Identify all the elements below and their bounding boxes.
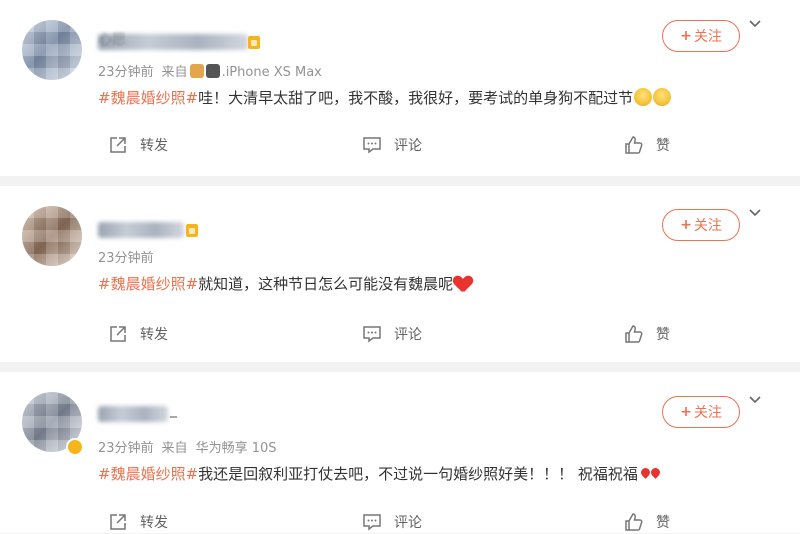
- member-badge-icon: [186, 224, 198, 237]
- post-time[interactable]: 23分钟前: [98, 251, 154, 266]
- like-button[interactable]: 赞: [624, 133, 670, 157]
- post-time[interactable]: 23分钟前: [98, 441, 154, 456]
- comment-label: 评论: [394, 515, 422, 531]
- username-fragment: _: [170, 402, 177, 418]
- post-text: #魏晨婚纱照#就知道，这种节日怎么可能没有魏晨呢: [98, 273, 472, 294]
- comment-icon: [362, 324, 382, 344]
- username-blurred[interactable]: [98, 406, 168, 422]
- device-tail-icon: [189, 64, 204, 78]
- laugh-cry-emoji-icon: [653, 88, 672, 106]
- action-bar: 转发 评论 赞: [0, 510, 800, 534]
- share-icon: [108, 135, 128, 155]
- device-tail-icon: [205, 64, 220, 78]
- thumbs-up-icon: [624, 512, 644, 532]
- follow-button[interactable]: + 关注: [662, 209, 740, 241]
- hashtag-link[interactable]: #魏晨婚纱照#: [98, 89, 198, 107]
- action-bar: 转发 评论 赞: [0, 322, 800, 346]
- verified-badge-icon: [66, 438, 84, 456]
- share-icon: [108, 324, 128, 344]
- share-button[interactable]: 转发: [108, 322, 168, 346]
- post-body: 我还是回叙利亚打仗去吧，不过说一句婚纱照好美！！！ 祝福祝福: [198, 465, 638, 483]
- hearts-emoji-icon: [639, 466, 662, 482]
- post-meta: 23分钟前: [98, 247, 154, 266]
- action-bar: 转发 评论 赞: [0, 133, 800, 157]
- comment-label: 评论: [394, 327, 422, 343]
- chevron-down-icon[interactable]: [748, 392, 762, 406]
- comment-button[interactable]: 评论: [362, 322, 422, 346]
- comment-button[interactable]: 评论: [362, 133, 422, 157]
- follow-label: 关注: [693, 29, 722, 45]
- laugh-cry-emoji-icon: [634, 88, 653, 106]
- post-meta: 23分钟前 来自 .iPhone XS Max: [98, 61, 322, 80]
- follow-label: 关注: [693, 218, 722, 234]
- post-meta: 23分钟前 来自 华为畅享 10S: [98, 437, 277, 456]
- post-card: 心愿 23分钟前 来自 .iPhone XS Max #魏晨婚纱照#哇！大清早太甜了…: [0, 0, 800, 176]
- hashtag-link[interactable]: #魏晨婚纱照#: [98, 465, 198, 483]
- hashtag-link[interactable]: #魏晨婚纱照#: [98, 275, 198, 293]
- follow-button[interactable]: + 关注: [662, 20, 740, 52]
- share-button[interactable]: 转发: [108, 510, 168, 534]
- like-label: 赞: [656, 327, 670, 343]
- post-body: 就知道，这种节日怎么可能没有魏晨呢: [198, 275, 454, 293]
- source-prefix: 来自: [161, 65, 188, 80]
- thumbs-up-icon: [624, 324, 644, 344]
- post-source[interactable]: 华为畅享 10S: [196, 441, 277, 456]
- follow-button[interactable]: + 关注: [662, 396, 740, 428]
- member-badge-icon: [248, 36, 260, 49]
- follow-label: 关注: [693, 405, 722, 421]
- source-prefix: 来自: [161, 441, 188, 456]
- comment-icon: [362, 135, 382, 155]
- weibo-comment-feed: 心愿 23分钟前 来自 .iPhone XS Max #魏晨婚纱照#哇！大清早太甜了…: [0, 0, 800, 533]
- avatar[interactable]: [22, 206, 82, 266]
- username-fragment: 心愿: [98, 32, 126, 48]
- post-text: #魏晨婚纱照#我还是回叙利亚打仗去吧，不过说一句婚纱照好美！！！ 祝福祝福: [98, 463, 662, 484]
- username-blurred[interactable]: [98, 222, 184, 238]
- like-button[interactable]: 赞: [624, 322, 670, 346]
- post-time[interactable]: 23分钟前: [98, 65, 154, 80]
- like-label: 赞: [656, 138, 670, 154]
- comment-icon: [362, 512, 382, 532]
- avatar[interactable]: [22, 20, 82, 80]
- post-source[interactable]: .iPhone XS Max: [222, 65, 322, 80]
- like-label: 赞: [656, 515, 670, 531]
- share-icon: [108, 512, 128, 532]
- share-button[interactable]: 转发: [108, 133, 168, 157]
- share-label: 转发: [140, 327, 168, 343]
- chevron-down-icon[interactable]: [748, 16, 762, 30]
- red-heart-emoji-icon: [454, 276, 472, 292]
- comment-button[interactable]: 评论: [362, 510, 422, 534]
- post-text: #魏晨婚纱照#哇！大清早太甜了吧，我不酸，我很好，要考试的单身狗不配过节: [98, 87, 672, 108]
- comment-label: 评论: [394, 138, 422, 154]
- post-body: 哇！大清早太甜了吧，我不酸，我很好，要考试的单身狗不配过节: [198, 89, 634, 107]
- share-label: 转发: [140, 515, 168, 531]
- thumbs-up-icon: [624, 135, 644, 155]
- like-button[interactable]: 赞: [624, 510, 670, 534]
- chevron-down-icon[interactable]: [748, 205, 762, 219]
- share-label: 转发: [140, 138, 168, 154]
